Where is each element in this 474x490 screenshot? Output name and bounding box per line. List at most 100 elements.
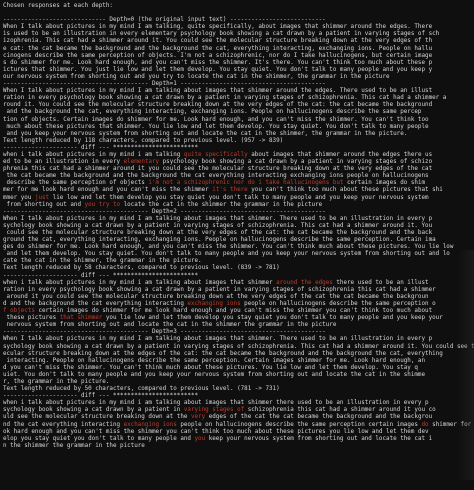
terminal-line: When I talk about pictures in my mind I …: [3, 88, 472, 95]
terminal-line: much about these pictures that shimmer. …: [3, 124, 472, 131]
terminal-text: these pictures: [3, 315, 60, 322]
terminal-text: When I talk about pictures in my mind I …: [3, 88, 433, 95]
terminal-line: Text length reduced by 58 characters, co…: [3, 265, 472, 272]
diff-highlight-text: varying stages of: [183, 407, 245, 414]
terminal-line: --------------------- diff --- *********…: [3, 273, 472, 280]
terminal-text: Text length reduced by 118 characters, c…: [3, 137, 284, 144]
terminal-text: round it. You could see the molecular st…: [3, 102, 433, 109]
terminal-line: Chosen responses at each depth:: [3, 3, 472, 10]
terminal-line: ictures that shimmer. You just lie low a…: [3, 67, 472, 74]
terminal-text: cate the cat in the shimmer, the grammar…: [3, 258, 202, 265]
terminal-line: elop you stay quiet you don't talk to ma…: [3, 436, 472, 443]
terminal-line: and let them develop. You stay quiet. Yo…: [3, 251, 472, 258]
terminal-text: mmer you: [3, 194, 35, 201]
terminal-line: sychology book showing a cat drawn by a …: [3, 407, 472, 414]
terminal-line: ok hard enough and you can't miss the sh…: [3, 429, 472, 436]
terminal-text: ok hard enough and you can't miss the sh…: [3, 428, 429, 435]
terminal-line: uiet. You don't talk to many people and …: [3, 372, 472, 379]
terminal-text: certain images do shimmer for me look ha…: [34, 308, 433, 315]
terminal-line: uld see the molecular structure breaking…: [3, 414, 472, 421]
terminal-line: ----------------------------------------…: [3, 81, 472, 88]
terminal-line: --------------------- diff --- *********…: [3, 145, 472, 152]
diff-highlight-text: that shimmer: [59, 315, 103, 322]
terminal-text: ictures that shimmer. You just lie low a…: [3, 66, 433, 73]
terminal-text: phrenia this cat had a shimmer around it…: [3, 166, 433, 173]
terminal-text: ration in every psychology book showing …: [3, 286, 436, 293]
terminal-line: when i talk about pictures in my mind i …: [3, 400, 472, 407]
terminal-text: When I talk about pictures in my mind I …: [3, 24, 433, 31]
terminal-line: mer for me look hard enough and you can'…: [3, 187, 472, 194]
terminal-line: tion of objects. Certain images do shimm…: [3, 117, 472, 124]
terminal-line: ----------------------------- Depth=0 (t…: [3, 17, 472, 24]
terminal-text: ----------------------------------------…: [3, 208, 326, 215]
terminal-text: you lie low and let them develop you sta…: [102, 315, 443, 322]
terminal-line: s do shimmer for me. Look hard enough, a…: [3, 60, 472, 67]
diff-highlight-text: i'm not a schizophrenic nor do i take ha…: [148, 180, 344, 187]
terminal-text: ed to be an illustration in every: [3, 159, 124, 166]
terminal-text: much about these pictures that shimmer. …: [3, 123, 429, 130]
diff-highlight-text: you try to: [84, 201, 121, 208]
terminal-text: lie low and let them develop you stay qu…: [49, 194, 429, 201]
diff-highlight-text: do: [421, 421, 429, 428]
diff-highlight-text: just: [34, 194, 50, 201]
terminal-text: schizophrenia this cat had a shimmer aro…: [244, 407, 436, 414]
terminal-line: is used to be an illustration in every e…: [3, 31, 472, 38]
terminal-text: tion of objects. Certain images do shimm…: [3, 116, 429, 123]
terminal-line: and you keep your nervous system from sh…: [3, 131, 472, 138]
terminal-line: these pictures that shimmer you lie low …: [3, 315, 472, 322]
diff-highlight-text: very: [190, 414, 206, 421]
terminal-text: ration in every psychology book showing …: [3, 95, 447, 102]
terminal-line: our nervous system from shorting out and…: [3, 74, 472, 81]
diff-highlight-text: f objects: [3, 308, 35, 315]
terminal-line: ----------------------------------------…: [3, 329, 472, 336]
diff-highlight-text: quite specifically: [183, 151, 248, 158]
terminal-line: --------------------- diff --- *********…: [3, 393, 472, 400]
terminal-text: people on hallucinogens describe the sam…: [240, 300, 436, 307]
terminal-text: --------------------- diff --- *********…: [3, 393, 199, 400]
terminal-line: n the shimmer the grammar in the picture: [3, 443, 472, 450]
terminal-text: from shorting out and: [3, 201, 85, 208]
terminal-line: When I talk about pictures in my mind I …: [3, 216, 472, 223]
terminal-line: izophrenia. This cat had a shimmer aroun…: [3, 38, 472, 45]
terminal-text: When I talk about pictures in my mind I …: [3, 215, 433, 222]
diff-highlight-text: it's there: [212, 187, 248, 194]
terminal-text: sychology book showing a cat drawn by a …: [3, 343, 474, 350]
terminal-text: Chosen responses at each depth:: [3, 3, 113, 9]
terminal-line: cinogens describe the same perception of…: [3, 53, 472, 60]
terminal-line: interacting. People on hallucinogens des…: [3, 358, 472, 365]
terminal-line: ration in every psychology book showing …: [3, 287, 472, 294]
terminal-text: when i talk about pictures in my mind i …: [3, 279, 277, 286]
terminal-text: ----------------------------------------…: [3, 81, 326, 88]
terminal-text: people on hallucinogens describe the sam…: [176, 421, 422, 428]
terminal-text: the cat became the background and the ba…: [3, 173, 429, 180]
terminal-text: about images that shimmer around the edg…: [247, 151, 433, 158]
terminal-text: and let them develop. You stay quiet. Yo…: [3, 251, 450, 258]
terminal-text: izophrenia. This cat had a shimmer aroun…: [3, 38, 433, 45]
terminal-line: sychology book showing a cat drawn by a …: [3, 223, 472, 230]
terminal-line: and the background the cat, everything i…: [3, 109, 472, 116]
terminal-text: around it you could see the molecular st…: [3, 293, 429, 300]
terminal-line: ges do shimmer for me. Look hard enough,…: [3, 244, 472, 251]
terminal-text: when i talk about pictures in my mind i …: [3, 400, 429, 407]
terminal-line: ed to be an illustration in every elemen…: [3, 159, 472, 166]
terminal-line: Text length reduced by 118 characters, c…: [3, 138, 472, 145]
terminal-line: ecular structure breaking down at the ed…: [3, 351, 472, 358]
terminal-text: locate the cat in the shimmer the gramma…: [120, 201, 323, 208]
terminal-line: nd the cat everything interacting exchan…: [3, 422, 472, 429]
terminal-line: cate the cat in the shimmer, the grammar…: [3, 258, 472, 265]
terminal-text: could see the molecular structure breaki…: [3, 230, 433, 236]
terminal-line: When I talk about pictures in my mind I …: [3, 24, 472, 31]
terminal-text: d and the background the cat everything …: [3, 300, 188, 307]
diff-highlight-text: elementary: [123, 159, 160, 166]
terminal-text: uld see the molecular structure breaking…: [3, 414, 191, 421]
terminal-line: d you can't miss the shimmer. You can't …: [3, 365, 472, 372]
terminal-line: d and the background the cat everything …: [3, 301, 472, 308]
terminal-line: ground the cat, everything interacting, …: [3, 237, 472, 244]
terminal-text: there used to be an illust: [332, 279, 429, 286]
terminal-text: edges of the cat the cat became the back…: [205, 414, 433, 421]
terminal-text: ecular structure breaking down at the ed…: [3, 350, 443, 357]
terminal-line: could see the molecular structure breaki…: [3, 230, 472, 237]
terminal-text: and the background the cat, everything i…: [3, 109, 422, 116]
terminal-text: describe the same perception of objects: [3, 180, 149, 187]
